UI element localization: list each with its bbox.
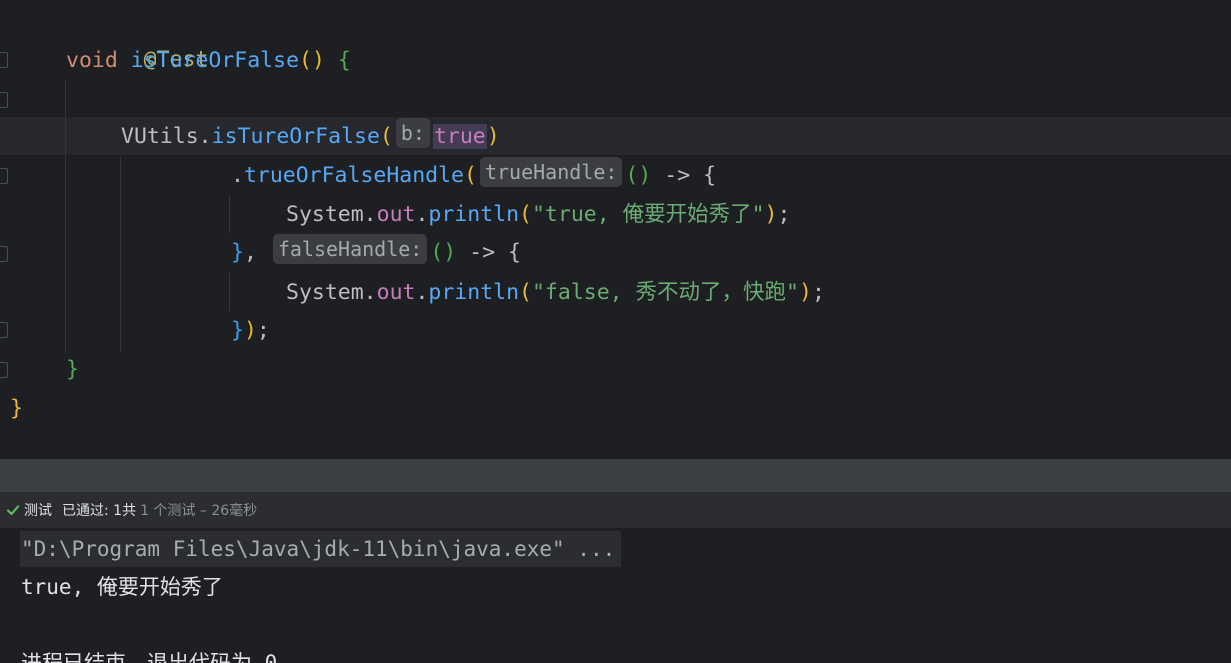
code-line-8[interactable]: System.out.println("false, 秀不动了，快跑"); xyxy=(286,274,825,312)
fold-marker-icon[interactable] xyxy=(0,168,8,184)
close-brace: } xyxy=(10,396,23,421)
fold-marker-icon[interactable] xyxy=(0,52,8,68)
arrow: -> xyxy=(456,240,509,265)
test-status-bar: 测试 已通过: 1共 1 个测试 – 26毫秒 xyxy=(0,492,1231,528)
void-keyword: void xyxy=(66,48,118,73)
test-passed-count: 已通过: 1共 xyxy=(62,503,137,519)
console-command-line[interactable]: "D:\Program Files\Java\jdk-11\bin\java.e… xyxy=(20,531,622,567)
editor-gutter xyxy=(0,0,9,459)
open-brace: { xyxy=(703,163,717,188)
method-call: println xyxy=(428,280,520,305)
param-hint-false-handle: falseHandle: xyxy=(272,234,428,264)
method-call: println xyxy=(428,202,520,227)
code-editor[interactable]: @Test void isTureOrFalse() { VUtils.isTu… xyxy=(0,0,1231,459)
test-label: 测试 xyxy=(24,503,52,519)
close-brace: } xyxy=(231,240,244,265)
code-line-5[interactable]: .trueOrFalseHandle(trueHandle:() -> { xyxy=(231,157,716,195)
close-paren: ) xyxy=(798,280,812,305)
semicolon: ; xyxy=(777,202,791,227)
check-icon xyxy=(6,505,20,516)
arrow: -> xyxy=(651,163,704,188)
test-summary: 1 个测试 – 26毫秒 xyxy=(140,503,258,519)
semicolon: ; xyxy=(256,318,270,343)
indent-guide xyxy=(120,157,121,352)
class-name: System xyxy=(286,280,364,305)
close-paren: ) xyxy=(243,318,257,343)
fold-marker-icon[interactable] xyxy=(0,246,8,262)
field-out: out xyxy=(376,280,416,305)
dot: . xyxy=(363,280,377,305)
code-line-1[interactable]: @Test xyxy=(66,3,209,72)
open-brace: { xyxy=(508,240,521,265)
dot: . xyxy=(231,163,244,188)
true-literal: true xyxy=(432,124,487,149)
close-paren: ) xyxy=(764,202,778,227)
ide-window: @Test void isTureOrFalse() { VUtils.isTu… xyxy=(0,0,1231,663)
console-output-line: true, 俺要开始秀了 xyxy=(21,575,223,599)
code-line-11[interactable]: } xyxy=(10,390,23,428)
code-line-9[interactable]: }); xyxy=(231,312,270,350)
indent-guide xyxy=(65,80,66,352)
close-brace: } xyxy=(231,318,244,343)
param-hint-b: b: xyxy=(395,118,430,148)
run-console[interactable]: "D:\Program Files\Java\jdk-11\bin\java.e… xyxy=(0,528,1231,663)
close-paren: ) xyxy=(486,124,500,149)
indent-guide xyxy=(229,273,230,311)
lambda-parens: () xyxy=(430,240,457,265)
method-call: trueOrFalseHandle xyxy=(243,163,465,188)
dot: . xyxy=(415,280,429,305)
field-out: out xyxy=(376,202,416,227)
code-line-2[interactable]: void isTureOrFalse() { xyxy=(66,42,351,80)
parens: () xyxy=(299,48,325,73)
open-paren: ( xyxy=(519,202,532,227)
close-brace: } xyxy=(66,357,79,382)
dot: . xyxy=(415,202,429,227)
class-name: System xyxy=(286,202,364,227)
code-line-10[interactable]: } xyxy=(66,351,79,389)
fold-marker-icon[interactable] xyxy=(0,322,8,338)
class-name: VUtils xyxy=(121,124,199,149)
console-exit-line: 进程已结束，退出代码为 0 xyxy=(21,651,278,663)
string-literal: "true, 俺要开始秀了" xyxy=(531,202,765,227)
fold-marker-icon[interactable] xyxy=(0,362,8,378)
dot: . xyxy=(363,202,377,227)
open-paren: ( xyxy=(379,124,393,149)
string-literal: "false, 秀不动了，快跑" xyxy=(531,280,799,305)
indent-guide xyxy=(229,195,230,233)
dot: . xyxy=(198,124,212,149)
lambda-parens: () xyxy=(625,163,652,188)
code-line-6[interactable]: System.out.println("true, 俺要开始秀了"); xyxy=(286,196,790,234)
comma: , xyxy=(243,240,270,265)
code-line-4[interactable]: VUtils.isTureOrFalse(b: true) xyxy=(121,118,500,156)
open-paren: ( xyxy=(464,163,477,188)
semicolon: ; xyxy=(811,280,825,305)
method-name: isTureOrFalse xyxy=(130,48,300,73)
open-paren: ( xyxy=(519,280,532,305)
panel-splitter[interactable] xyxy=(0,459,1231,492)
fold-marker-icon[interactable] xyxy=(0,92,8,108)
code-line-7[interactable]: }, falseHandle:() -> { xyxy=(231,234,521,272)
param-hint-true-handle: trueHandle: xyxy=(479,157,623,187)
open-brace: { xyxy=(337,48,351,73)
method-call: isTureOrFalse xyxy=(211,124,380,149)
